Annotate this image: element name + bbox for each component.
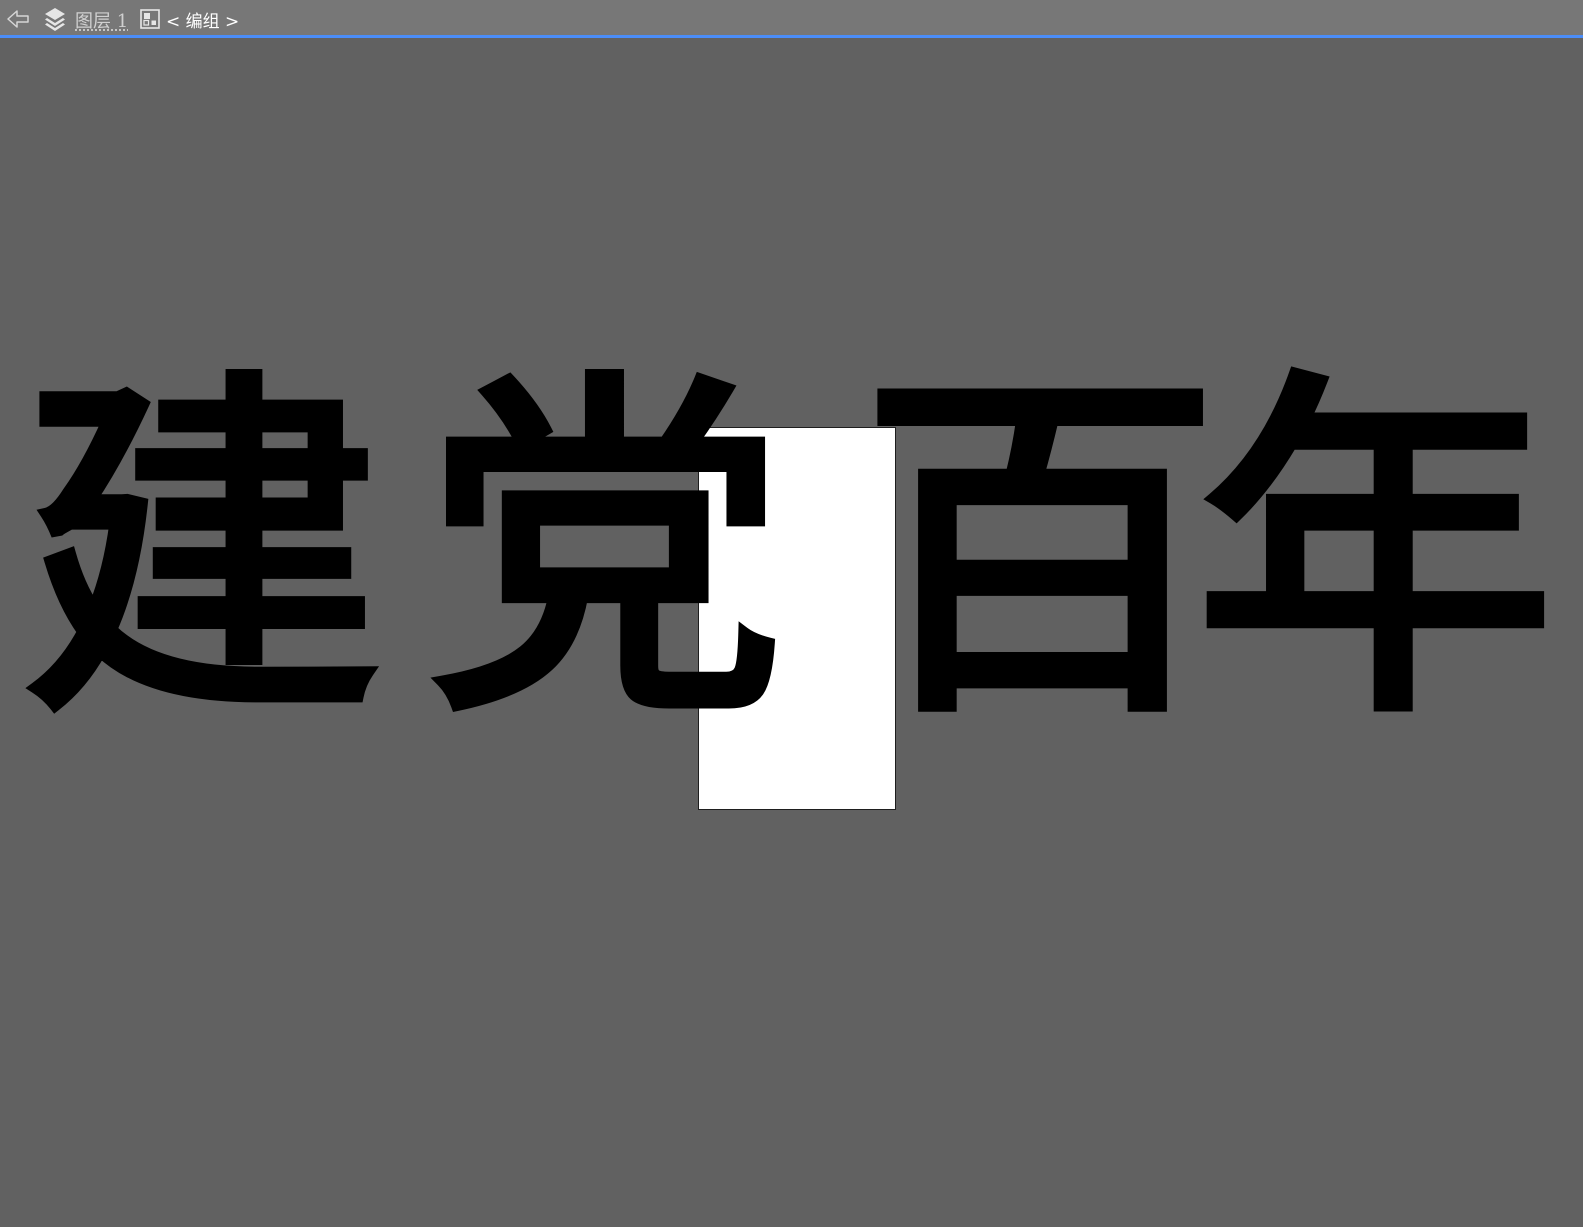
calligraphy-char-dang[interactable]: 党 (425, 371, 785, 731)
calligraphy-group[interactable]: 建 党 百 年 (0, 41, 1583, 1227)
layers-stack-icon (43, 6, 67, 32)
calligraphy-char-nian[interactable]: 年 (1195, 371, 1555, 731)
layer-breadcrumb[interactable]: 图层 1 (75, 7, 128, 33)
arrow-left-outline-icon (7, 10, 29, 28)
calligraphy-char-jian[interactable]: 建 (22, 371, 382, 731)
group-grid-icon (140, 9, 160, 29)
isolation-mode-bar: 图层 1 < 编组 > (0, 0, 1583, 38)
calligraphy-char-bai[interactable]: 百 (860, 371, 1220, 731)
group-breadcrumb[interactable]: < 编组 > (166, 7, 239, 32)
back-button[interactable] (6, 8, 30, 30)
document-canvas[interactable]: 建 党 百 年 (0, 41, 1583, 1227)
